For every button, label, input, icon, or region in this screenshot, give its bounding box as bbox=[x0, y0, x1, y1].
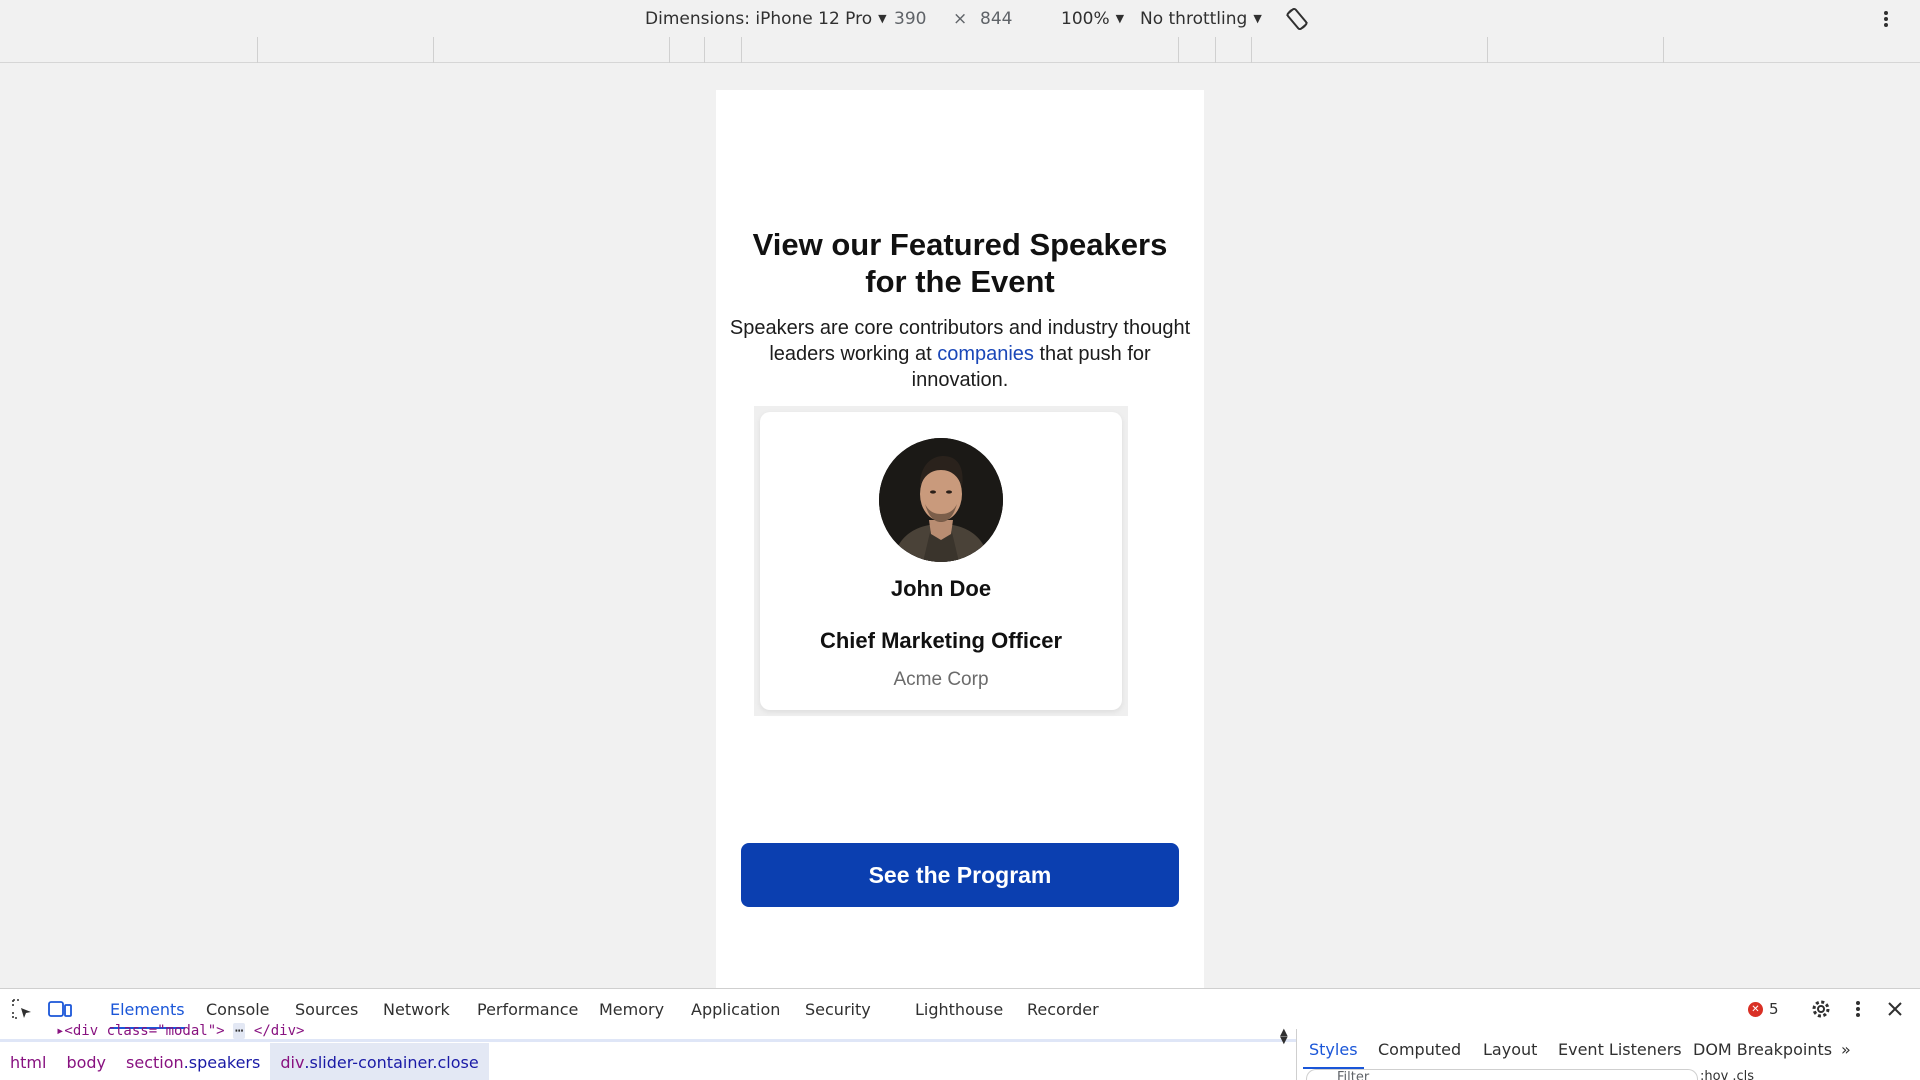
error-count-badge[interactable]: ✕ 5 bbox=[1748, 989, 1779, 1029]
device-toggle-icon[interactable] bbox=[48, 997, 72, 1021]
throttling-label: No throttling bbox=[1140, 8, 1248, 29]
device-width-input[interactable]: 390 bbox=[894, 0, 926, 37]
tab-security[interactable]: Security bbox=[805, 989, 871, 1029]
device-viewport: View our Featured Speakers for the Event… bbox=[716, 90, 1204, 990]
styles-filter-input[interactable]: Filter bbox=[1306, 1069, 1698, 1080]
device-dimensions-label: Dimensions: iPhone 12 Pro bbox=[645, 8, 873, 29]
speakers-heading: View our Featured Speakers for the Event bbox=[752, 227, 1168, 299]
dom-tree-node[interactable]: ▸<div class="modal"> ⋯ </div> bbox=[56, 1023, 304, 1039]
tab-styles[interactable]: Styles bbox=[1303, 1029, 1364, 1069]
caret-down-icon: ▼ bbox=[1115, 12, 1125, 25]
speaker-role: Chief Marketing Officer bbox=[819, 628, 1063, 653]
error-count: 5 bbox=[1769, 1000, 1779, 1018]
close-devtools-icon[interactable] bbox=[1883, 997, 1907, 1021]
dom-node-open: ▸<div class="modal"> bbox=[56, 1023, 225, 1039]
devtools-panel: Elements Console Sources Network Perform… bbox=[0, 988, 1920, 1080]
breadcrumb: html body section .speakers div .slider-co… bbox=[0, 1043, 1296, 1080]
dom-node-ellipsis[interactable]: ⋯ bbox=[233, 1023, 246, 1039]
error-icon: ✕ bbox=[1748, 1001, 1763, 1017]
throttling-dropdown[interactable]: No throttling ▼ bbox=[1140, 0, 1262, 37]
more-tabs-chevron-icon[interactable]: » bbox=[1841, 1029, 1851, 1069]
breadcrumb-section-speakers[interactable]: section .speakers bbox=[116, 1043, 270, 1080]
speakers-description: Speakers are core contributors and indus… bbox=[726, 315, 1194, 393]
styles-toolbar[interactable]: :hov .cls bbox=[1700, 1069, 1754, 1080]
breadcrumb-slider-container[interactable]: div .slider-container.close bbox=[270, 1043, 489, 1080]
speaker-company: Acme Corp bbox=[893, 669, 989, 690]
media-query-ruler[interactable] bbox=[0, 37, 1920, 63]
companies-link[interactable]: companies bbox=[937, 343, 1034, 365]
tab-layout[interactable]: Layout bbox=[1483, 1029, 1537, 1069]
zoom-dropdown[interactable]: 100% ▼ bbox=[1061, 0, 1124, 37]
tab-performance[interactable]: Performance bbox=[477, 989, 578, 1029]
devtools-more-icon[interactable] bbox=[1846, 997, 1870, 1021]
zoom-label: 100% bbox=[1061, 8, 1110, 29]
breadcrumb-html[interactable]: html bbox=[0, 1043, 56, 1080]
breadcrumb-class: .slider-container.close bbox=[304, 1052, 479, 1072]
rotate-icon[interactable] bbox=[1284, 0, 1310, 37]
slider-container: John Doe Chief Marketing Officer Acme Co… bbox=[754, 406, 1128, 716]
tab-sources[interactable]: Sources bbox=[295, 989, 358, 1029]
dom-selected-row[interactable] bbox=[0, 1039, 1296, 1042]
breadcrumb-body[interactable]: body bbox=[56, 1043, 116, 1080]
breadcrumb-class: .speakers bbox=[183, 1052, 261, 1072]
device-height-input[interactable]: 844 bbox=[980, 0, 1012, 37]
breadcrumb-tag: section bbox=[126, 1052, 184, 1072]
tab-application[interactable]: Application bbox=[691, 989, 780, 1029]
tab-lighthouse[interactable]: Lighthouse bbox=[915, 989, 1003, 1029]
tab-computed[interactable]: Computed bbox=[1378, 1029, 1461, 1069]
device-dimensions-dropdown[interactable]: Dimensions: iPhone 12 Pro ▼ bbox=[645, 0, 887, 37]
device-toolbar: Dimensions: iPhone 12 Pro ▼ 390 × 844 10… bbox=[0, 0, 1920, 37]
tab-memory[interactable]: Memory bbox=[599, 989, 664, 1029]
styles-tabbar: Styles Computed Layout Event Listeners D… bbox=[1297, 1029, 1920, 1069]
see-program-button[interactable]: See the Program bbox=[741, 843, 1179, 907]
tab-dom-breakpoints[interactable]: DOM Breakpoints bbox=[1693, 1029, 1832, 1069]
caret-down-icon: ▼ bbox=[878, 12, 887, 25]
tab-network[interactable]: Network bbox=[383, 989, 450, 1029]
inspect-element-icon[interactable] bbox=[10, 997, 34, 1021]
tab-recorder[interactable]: Recorder bbox=[1027, 989, 1099, 1029]
dimension-separator: × bbox=[953, 8, 968, 29]
breadcrumb-tag: div bbox=[280, 1052, 305, 1072]
settings-gear-icon[interactable] bbox=[1809, 997, 1833, 1021]
speaker-name: John Doe bbox=[890, 576, 992, 601]
dom-node-close: </div> bbox=[253, 1023, 305, 1039]
more-options-icon[interactable] bbox=[1883, 0, 1889, 37]
speaker-card[interactable]: John Doe Chief Marketing Officer Acme Co… bbox=[760, 412, 1122, 710]
speaker-avatar bbox=[879, 438, 1003, 562]
caret-down-icon: ▼ bbox=[1253, 12, 1262, 25]
tab-event-listeners[interactable]: Event Listeners bbox=[1558, 1029, 1682, 1069]
